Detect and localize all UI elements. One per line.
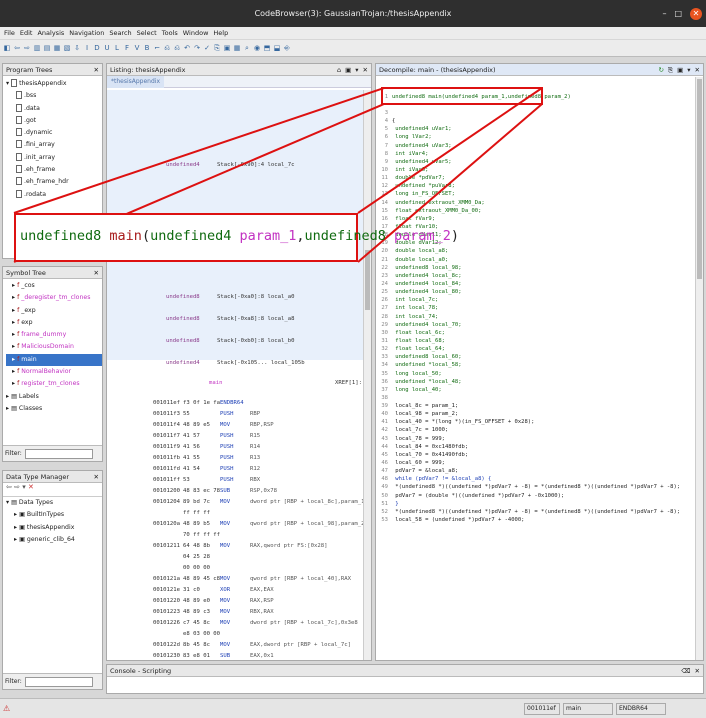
clear-icon[interactable]: ⌫ <box>681 665 690 676</box>
status-instruction: ENDBR64 <box>616 703 666 715</box>
signature-highlight-box <box>381 87 543 105</box>
close-icon[interactable]: ✕ <box>695 665 700 676</box>
console-header: Console - Scripting ⌫ ✕ <box>107 665 703 677</box>
console-panel: Console - Scripting ⌫ ✕ <box>106 664 704 694</box>
callout-connector-lines <box>13 87 543 263</box>
callout-signature: undefined8 main(undefined4 param_1,undef… <box>20 228 460 244</box>
status-address: 001011ef <box>524 703 560 715</box>
status-bar: ⚠ 001011ef main ENDBR64 <box>0 698 706 718</box>
status-function: main <box>563 703 613 715</box>
signature-callout: undefined8 main(undefined4 param_1,undef… <box>14 213 459 262</box>
error-icon[interactable]: ⚠ <box>3 704 10 713</box>
console-title: Console - Scripting <box>110 667 172 675</box>
